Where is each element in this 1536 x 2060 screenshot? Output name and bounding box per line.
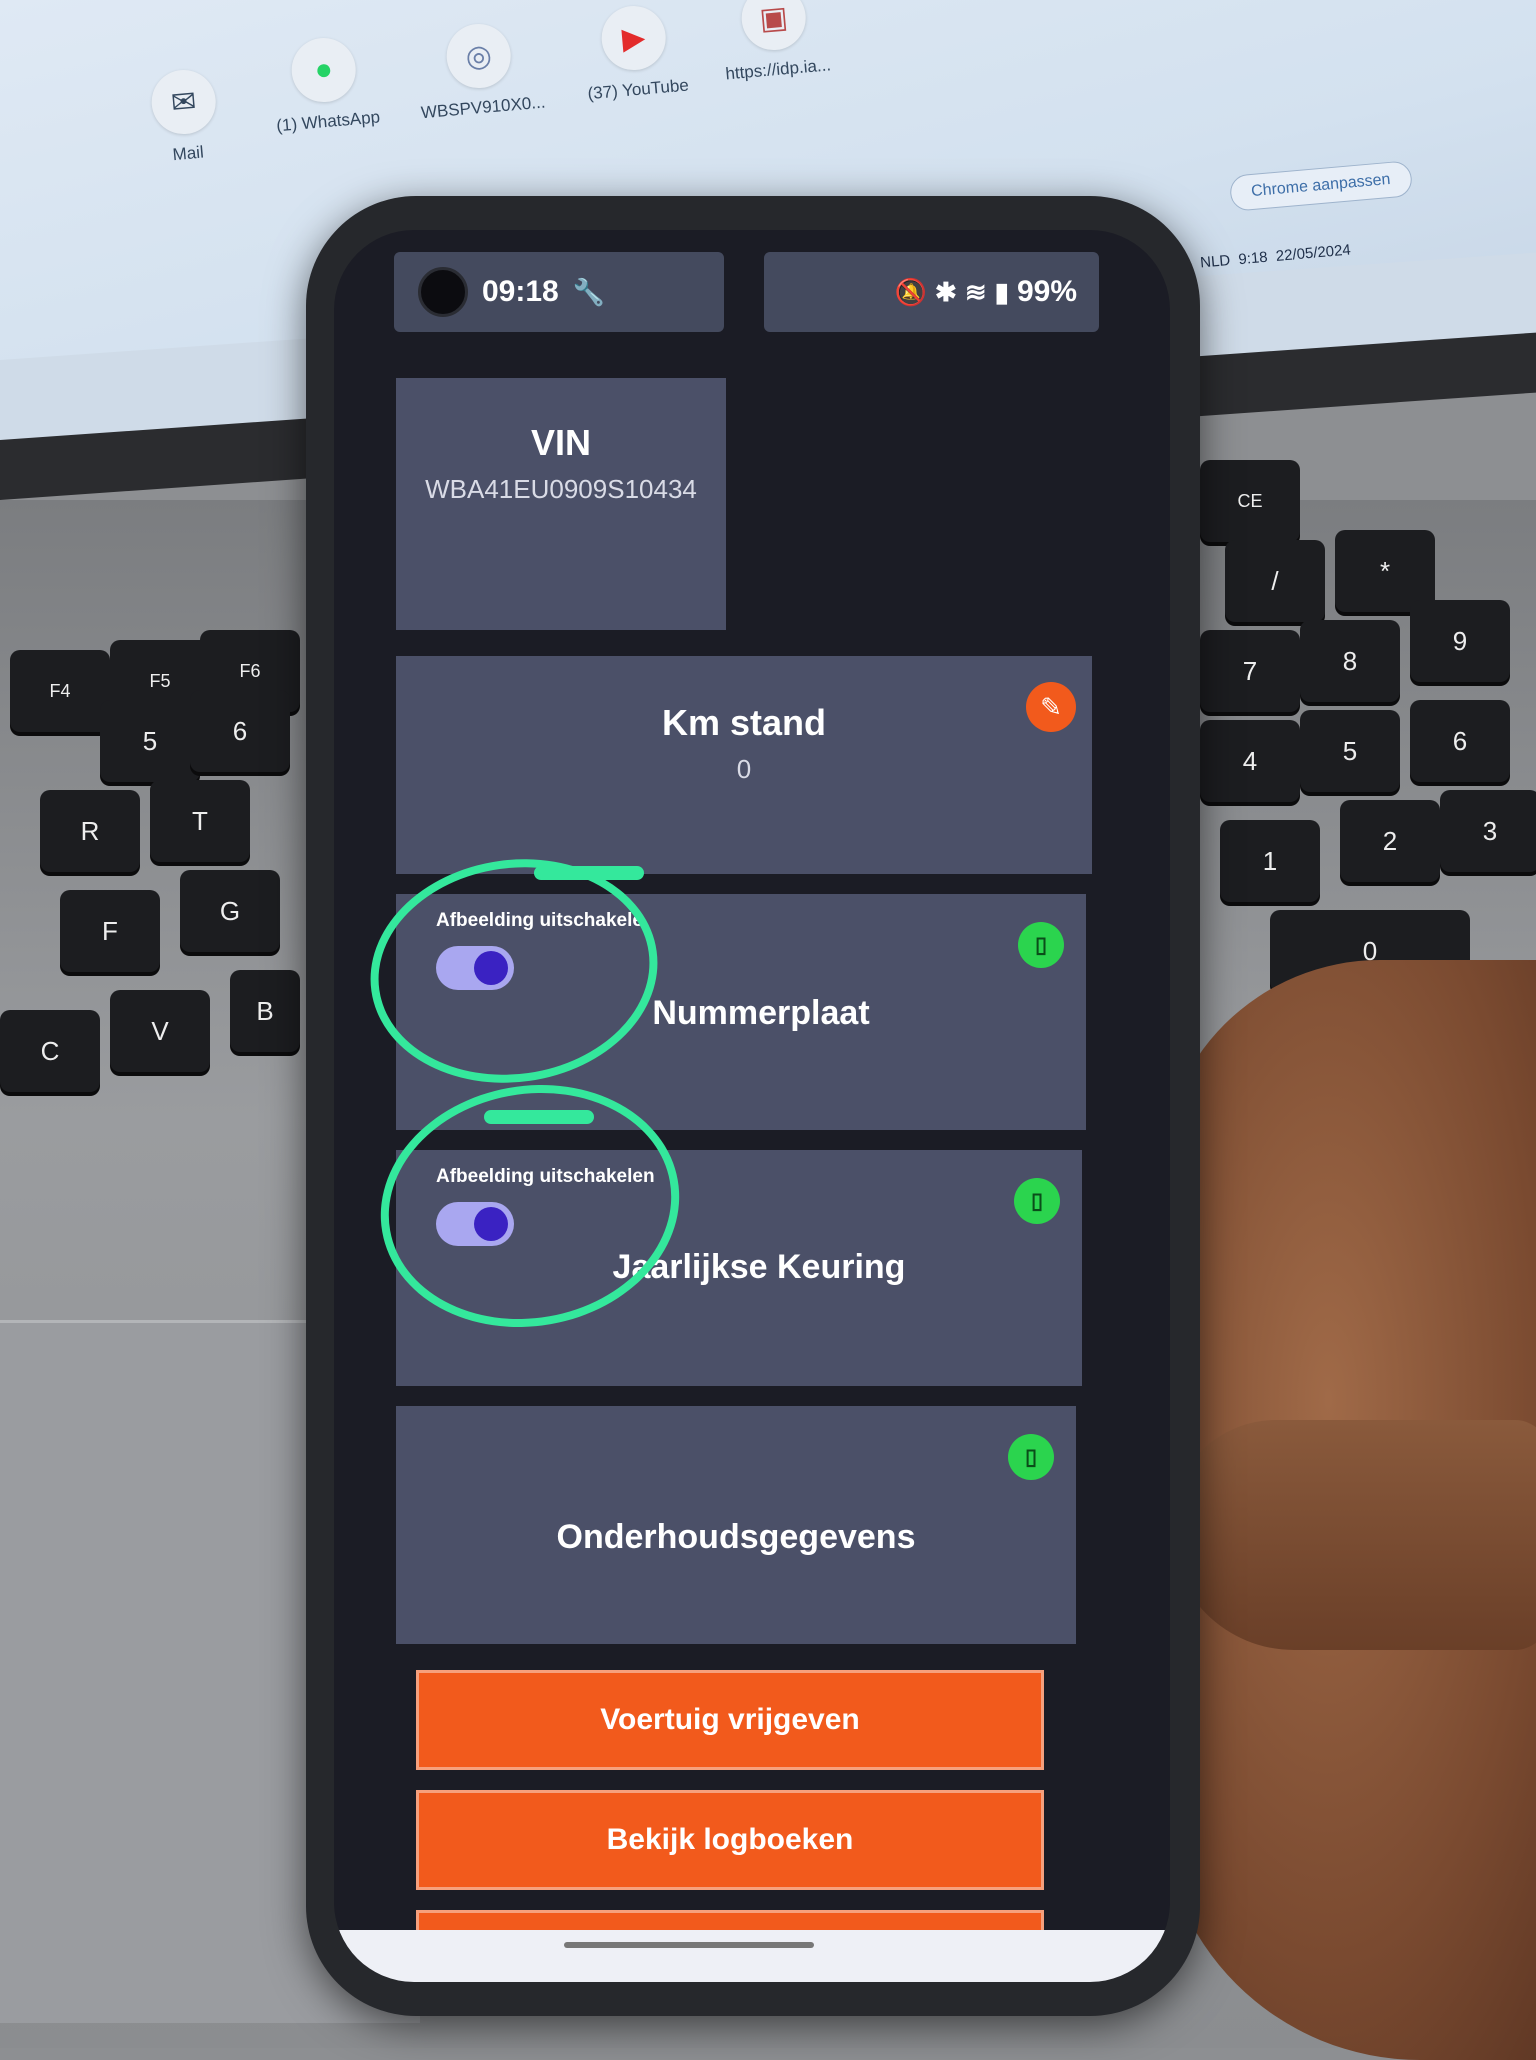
shortcut-whatsapp: ● (1) WhatsApp [246,32,404,139]
vin-value: WBA41EU0909S10434 [425,474,697,504]
shortcut-app: ◎ WBSPV910X0... [401,18,559,125]
shortcut-label: Mail [171,142,205,165]
home-handle[interactable] [564,1942,814,1948]
keyboard-key: C [0,1010,100,1092]
toggle-label: Afbeelding uitschakele [436,910,643,931]
edit-icon[interactable]: ✎ [1026,682,1076,732]
plate-card[interactable]: Afbeelding uitschakele Nummerplaat ▯ [396,894,1086,1130]
vibrate-icon[interactable]: ▯ [1008,1434,1054,1480]
keyboard-key: G [180,870,280,952]
keyboard-key: 6 [1410,700,1510,782]
keyboard-key: 8 [1300,620,1400,702]
keuring-card[interactable]: Afbeelding uitschakelen Jaarlijkse Keuri… [396,1150,1082,1386]
bluetooth-icon: ✱ [935,276,957,307]
keyboard-key: 1 [1220,820,1320,902]
tray-time: 9:18 [1237,248,1269,269]
phone-screen: 09:18 🔧 🔕 ✱ ≋ ▮ 99% VIN WBA41EU0909S1043… [334,230,1170,1982]
thumb [1170,1420,1536,1650]
shortcut-youtube: ▶ (37) YouTube [556,0,714,106]
keyboard-key: F [60,890,160,972]
km-value: 0 [736,754,752,784]
keyboard-key: 3 [1440,790,1536,872]
app-icon: ◎ [444,21,514,91]
phone: 09:18 🔧 🔕 ✱ ≋ ▮ 99% VIN WBA41EU0909S1043… [306,196,1200,2016]
image-toggle[interactable] [436,946,514,990]
page-icon: ▣ [739,0,809,53]
keyboard-key: 5 [100,700,200,782]
view-logs-button[interactable]: Bekijk logboeken [416,1790,1044,1890]
vibrate-icon[interactable]: ▯ [1014,1178,1060,1224]
mute-icon: 🔕 [894,276,928,307]
keyboard-key: 5 [1300,710,1400,792]
vin-title: VIN [530,422,591,463]
keyboard-key: / [1225,540,1325,622]
shortcut-idp: ▣ https://idp.ia... [696,0,854,86]
vibrate-icon[interactable]: ▯ [1018,922,1064,968]
keyboard-key: 6 [190,690,290,772]
keyboard-key: T [150,780,250,862]
wrench-icon: 🔧 [572,276,606,307]
status-left: 09:18 🔧 [394,252,724,332]
wifi-icon: ≋ [964,276,987,307]
keyboard-key: 4 [1200,720,1300,802]
youtube-icon: ▶ [599,3,669,73]
onderhoud-title: Onderhoudsgegevens [556,1518,916,1556]
annotation-stroke [484,1110,594,1124]
camera-icon [418,267,468,317]
km-title: Km stand [661,702,827,743]
shortcut-mail: ✉ Mail [106,64,264,171]
toggle-knob [474,1207,508,1241]
plate-title: Nummerplaat [652,994,870,1032]
keyboard-key: B [230,970,300,1052]
battery-level: 99% [1016,275,1077,308]
km-card[interactable]: Km stand 0 ✎ [396,656,1092,874]
status-right: 🔕 ✱ ≋ ▮ 99% [764,252,1099,332]
keyboard-key: V [110,990,210,1072]
whatsapp-icon: ● [289,35,359,105]
vin-card[interactable]: VIN WBA41EU0909S10434 [396,378,726,630]
gesture-nav-bar [334,1930,1170,1982]
keuring-title: Jaarlijkse Keuring [612,1248,906,1286]
status-time: 09:18 [482,275,559,308]
onderhoud-card[interactable]: Onderhoudsgegevens ▯ [396,1406,1076,1644]
image-toggle-group: Afbeelding uitschakelen [436,1166,655,1246]
annotation-stroke [534,866,644,880]
image-toggle-group: Afbeelding uitschakele [436,910,643,990]
keyboard-key: F4 [10,650,110,732]
keyboard-key: 7 [1200,630,1300,712]
keyboard-key: CE [1200,460,1300,542]
toggle-label: Afbeelding uitschakelen [436,1166,655,1187]
image-toggle[interactable] [436,1202,514,1246]
keyboard-key: 9 [1410,600,1510,682]
toggle-knob [474,951,508,985]
status-bar: 09:18 🔧 🔕 ✱ ≋ ▮ 99% [334,230,1170,350]
battery-icon: ▮ [994,276,1009,307]
keyboard-key: R [40,790,140,872]
keyboard-key: 2 [1340,800,1440,882]
tray-language: NLD [1199,251,1231,272]
outlook-icon: ✉ [149,67,219,137]
release-vehicle-button[interactable]: Voertuig vrijgeven [416,1670,1044,1770]
